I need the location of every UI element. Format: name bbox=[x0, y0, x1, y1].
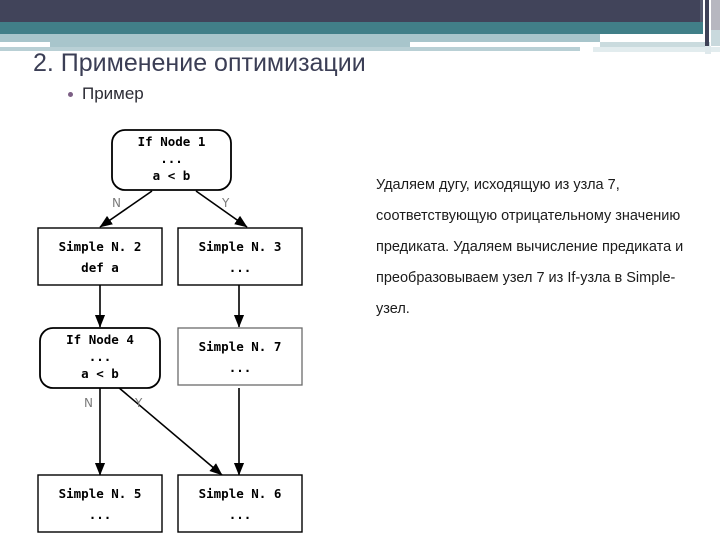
bullet-item-label: Пример bbox=[82, 84, 144, 103]
header-tick-right-2 bbox=[593, 47, 720, 52]
header-tick-d bbox=[700, 22, 703, 34]
flowchart-node-simple-n-5[interactable]: Simple N. 5 ... bbox=[37, 474, 163, 533]
edge-n4-n6 bbox=[117, 386, 223, 476]
node-shape-rect bbox=[177, 227, 303, 286]
header-band-teal bbox=[0, 22, 700, 34]
header-tick-c bbox=[711, 0, 720, 30]
header-tick-f bbox=[705, 46, 711, 54]
node-line: ... bbox=[89, 349, 112, 364]
node-shape-rect bbox=[177, 474, 303, 533]
node-line: def a bbox=[81, 260, 119, 275]
flowchart-node-simple-n-6[interactable]: Simple N. 6 ... bbox=[177, 474, 303, 533]
header-band-dark bbox=[0, 0, 700, 22]
node-line: If Node 4 bbox=[66, 332, 134, 347]
node-line: Simple N. 7 bbox=[199, 339, 282, 354]
node-line: ... bbox=[160, 151, 183, 166]
node-line: a < b bbox=[81, 366, 119, 381]
header-band-pale-right bbox=[100, 34, 600, 42]
node-line: ... bbox=[229, 360, 252, 375]
node-shape-rect bbox=[37, 227, 163, 286]
bullet-item: Пример bbox=[68, 84, 144, 104]
flowchart-node-if-node-4[interactable]: If Node 4 ... a < b bbox=[39, 327, 161, 389]
node-shape-rect bbox=[177, 327, 303, 386]
node-line: If Node 1 bbox=[138, 134, 206, 149]
flowchart-diagram: If Node 1 ... a < b N Y Simple N. 2 def … bbox=[0, 115, 340, 540]
explanation-paragraph: Удаляем дугу, исходящую из узла 7, соотв… bbox=[376, 177, 684, 317]
header-tick-e bbox=[711, 30, 720, 46]
node-line: Simple N. 5 bbox=[59, 486, 142, 501]
edge-label-n1-yes: Y bbox=[221, 196, 230, 210]
node-line: Simple N. 2 bbox=[59, 239, 142, 254]
flowchart-node-simple-n-2[interactable]: Simple N. 2 def a bbox=[37, 227, 163, 286]
node-line: Simple N. 3 bbox=[199, 239, 282, 254]
edge-label-n4-no: N bbox=[84, 396, 93, 410]
node-line: a < b bbox=[153, 168, 191, 183]
node-line: ... bbox=[89, 507, 112, 522]
edge-label-n4-yes: Y bbox=[134, 396, 143, 410]
page-title: 2. Применение оптимизации bbox=[33, 49, 366, 77]
flowchart-node-simple-n-7[interactable]: Simple N. 7 ... bbox=[177, 327, 303, 386]
header-band-pale bbox=[0, 34, 100, 42]
edge-n1-n2 bbox=[99, 190, 153, 228]
node-shape-rect bbox=[37, 474, 163, 533]
node-line: ... bbox=[229, 507, 252, 522]
node-line: Simple N. 6 bbox=[199, 486, 282, 501]
bullet-dot-icon bbox=[68, 91, 73, 97]
flowchart-node-simple-n-3[interactable]: Simple N. 3 ... bbox=[177, 227, 303, 286]
node-line: ... bbox=[229, 260, 252, 275]
header-tick-b bbox=[705, 0, 709, 46]
flowchart-node-if-node-1[interactable]: If Node 1 ... a < b bbox=[111, 129, 232, 191]
edge-label-n1-no: N bbox=[112, 196, 121, 210]
